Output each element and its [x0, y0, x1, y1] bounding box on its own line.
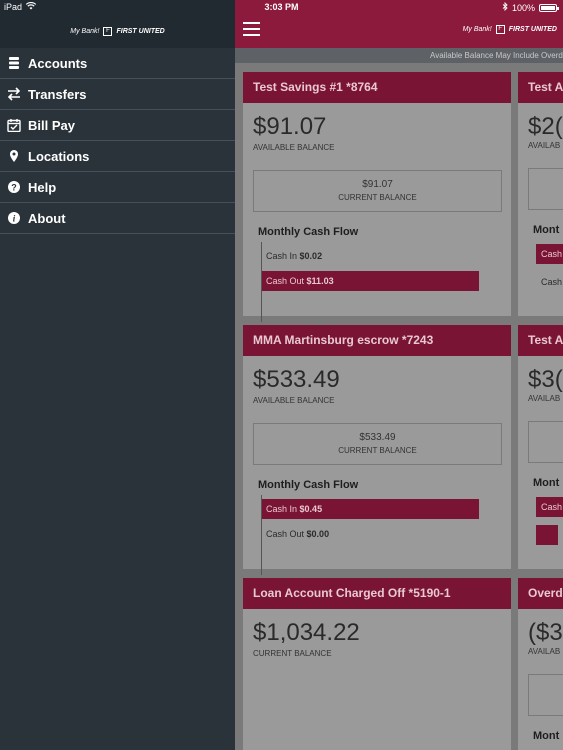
available-balance-label: AVAILABLE BALANCE [253, 143, 335, 152]
main-panel[interactable]: My Bank! F FIRST UNITED Available Balanc… [235, 0, 563, 750]
battery-percent: 100% [511, 2, 535, 13]
sidebar-item-bill-pay[interactable]: Bill Pay [0, 110, 235, 141]
current-balance: $1,034.22 [253, 619, 360, 646]
available-balance: $533.49 [253, 366, 340, 393]
status-bar: iPad 3:03 PM 100% [0, 0, 563, 16]
available-balance-label: AVAILABLE BALANCE [253, 396, 335, 405]
sidebar-item-accounts[interactable]: Accounts [0, 48, 235, 79]
account-card[interactable]: MMA Martinsburg escrow *7243 $533.49 AVA… [243, 325, 511, 575]
current-balance: $533.49 [359, 432, 396, 443]
cash-out-bar [536, 525, 558, 545]
sidebar-item-label: Transfers [28, 86, 87, 102]
sidebar-item-label: Accounts [28, 55, 88, 71]
account-card-partial[interactable]: Test A $3( AVAILAB Mont Cash [518, 325, 563, 569]
cash-out-label: Cash Out [266, 529, 305, 539]
account-card-partial[interactable]: Overd ($3 AVAILAB Mont [518, 578, 563, 750]
info-circle-icon: i [7, 211, 21, 225]
svg-text:?: ? [11, 183, 17, 193]
available-balance: $91.07 [253, 113, 327, 140]
sidebar-menu: Accounts Transfers Bill Pay Locations ? … [0, 48, 235, 234]
cash-flow-title: Mont [533, 224, 560, 236]
cash-in-label: Cash In [266, 251, 298, 261]
current-balance-label: CURRENT BALANCE [253, 649, 332, 658]
available-balance: $2( [528, 113, 563, 140]
cash-out-label: Cash Out [266, 276, 305, 286]
cash-in-label: Cash In [266, 504, 298, 514]
sidebar-item-label: Help [28, 179, 57, 195]
cash-flow-title: Monthly Cash Flow [258, 479, 359, 491]
cash-in-text: Cash In $0.02 [261, 251, 322, 261]
logo-brand: FIRST UNITED [116, 27, 165, 35]
current-balance-box [528, 168, 563, 210]
cash-out-value: $0.00 [306, 529, 330, 539]
cash-flow-chart: Cash In $0.02 Cash Out $11.03 [261, 242, 511, 322]
available-balance: $3( [528, 366, 563, 393]
sidebar-item-label: About [28, 210, 66, 226]
cash-in-text: Cash In $0.45 [261, 504, 322, 514]
account-title: Overd [518, 578, 563, 609]
sidebar-item-locations[interactable]: Locations [0, 141, 235, 172]
cash-out-bar: Cash [541, 277, 563, 287]
account-card[interactable]: Test Savings #1 *8764 $91.07 AVAILABLE B… [243, 72, 511, 322]
cash-out-value: $11.03 [306, 276, 334, 286]
transfer-arrows-icon [7, 87, 21, 101]
current-balance-box: $91.07 CURRENT BALANCE [253, 170, 502, 212]
account-title: Test A [518, 325, 563, 356]
cash-flow-title: Mont [533, 477, 560, 489]
cash-in-value: $0.02 [299, 251, 323, 261]
current-balance-box [528, 421, 563, 463]
current-balance-label: CURRENT BALANCE [338, 193, 417, 202]
calendar-check-icon [7, 118, 21, 132]
cash-out-bar: Cash Out $0.00 [261, 524, 511, 544]
status-right: 100% [502, 1, 559, 13]
sidebar-item-label: Bill Pay [28, 117, 75, 133]
logo-tagline: My Bank! [70, 27, 100, 35]
account-card-partial[interactable]: Test A $2( AVAILAB Mont Cash Cash [518, 72, 563, 316]
available-balance-label: AVAILAB [528, 647, 561, 656]
battery-icon [539, 3, 559, 12]
cash-in-bar: Cash [536, 244, 563, 264]
sidebar-item-label: Locations [28, 148, 90, 164]
sidebar: My Bank! F FIRST UNITED Accounts Transfe… [0, 0, 235, 750]
balance-notice: Available Balance May Include Overd [235, 48, 563, 63]
current-balance-box [528, 674, 563, 716]
available-balance-label: AVAILAB [528, 394, 561, 403]
account-title: Test Savings #1 *8764 [243, 72, 511, 103]
bluetooth-icon [502, 1, 508, 13]
current-balance: $91.07 [362, 179, 393, 190]
cash-out-text: Cash Out $0.00 [261, 529, 329, 539]
available-balance: ($3 [528, 619, 563, 646]
sidebar-item-help[interactable]: ? Help [0, 172, 235, 203]
cash-in-bar: Cash In $0.02 [261, 246, 511, 266]
available-balance-label: AVAILAB [528, 141, 561, 150]
sidebar-item-transfers[interactable]: Transfers [0, 79, 235, 110]
question-circle-icon: ? [7, 180, 21, 194]
cash-flow-title: Mont [533, 730, 560, 742]
cash-out-bar: Cash Out $11.03 [261, 271, 511, 291]
logo-mark-icon: F [495, 25, 505, 34]
current-balance-label: CURRENT BALANCE [338, 446, 417, 455]
cash-in-bar: Cash [536, 497, 563, 517]
logo-mark-icon: F [103, 26, 113, 36]
cash-in-bar: Cash In $0.45 [261, 499, 511, 519]
account-card[interactable]: Loan Account Charged Off *5190-1 $1,034.… [243, 578, 511, 750]
map-pin-icon [7, 149, 21, 163]
account-title: MMA Martinsburg escrow *7243 [243, 325, 511, 356]
header-logo: My Bank! F FIRST UNITED [463, 25, 557, 34]
account-title: Test A [518, 72, 563, 103]
current-balance-box: $533.49 CURRENT BALANCE [253, 423, 502, 465]
cash-out-text: Cash Out $11.03 [261, 276, 334, 286]
bank-logo: My Bank! F FIRST UNITED [70, 26, 165, 36]
hamburger-menu-icon[interactable] [243, 22, 260, 36]
account-title: Loan Account Charged Off *5190-1 [243, 578, 511, 609]
cash-flow-chart: Cash In $0.45 Cash Out $0.00 [261, 495, 511, 575]
accounts-icon [7, 56, 21, 70]
sidebar-item-about[interactable]: i About [0, 203, 235, 234]
cash-in-value: $0.45 [299, 504, 323, 514]
logo-tagline: My Bank! [462, 26, 492, 33]
cash-flow-title: Monthly Cash Flow [258, 226, 359, 238]
logo-brand: FIRST UNITED [508, 26, 557, 33]
status-time: 3:03 PM [264, 2, 299, 12]
